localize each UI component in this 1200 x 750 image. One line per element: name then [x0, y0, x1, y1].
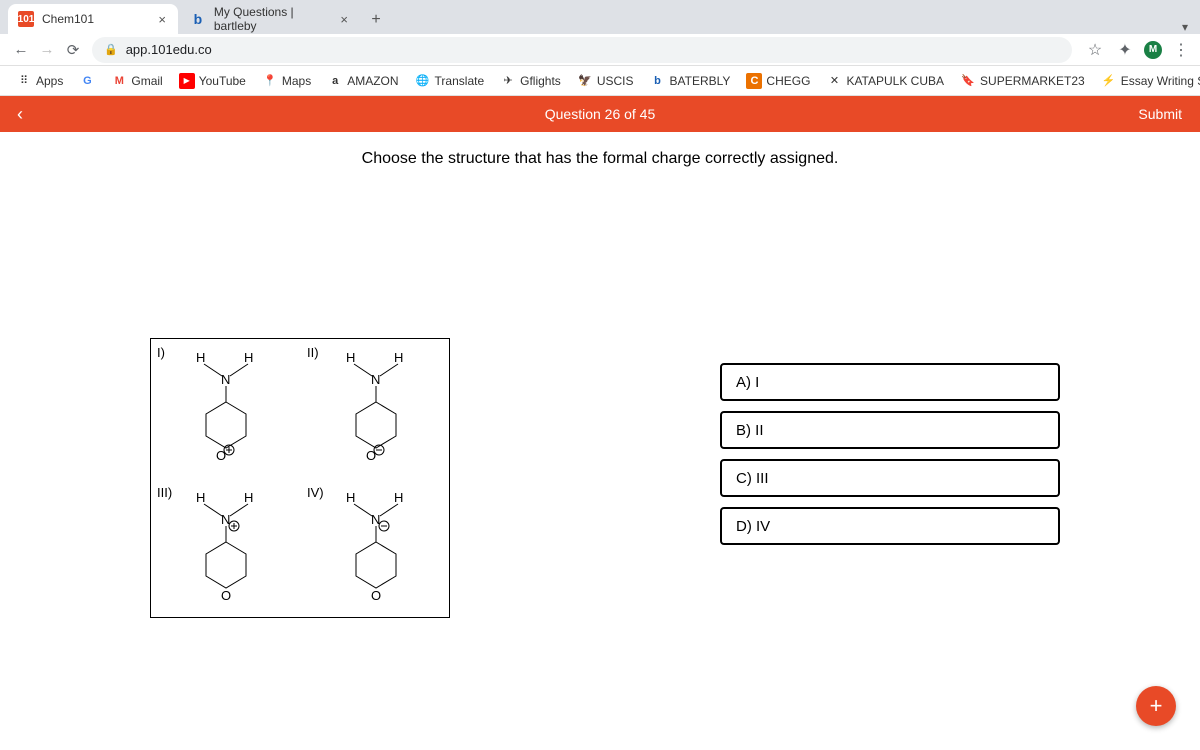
svg-text:O: O: [221, 588, 231, 603]
bookmark-uscis[interactable]: 🦅USCIS: [569, 66, 642, 95]
bookmark-supermarket[interactable]: 🔖SUPERMARKET23: [952, 66, 1093, 95]
close-icon[interactable]: ×: [156, 12, 168, 27]
bookmark-baterbly[interactable]: bBATERBLY: [642, 66, 739, 95]
translate-icon: 🌐: [415, 73, 431, 89]
add-fab-button[interactable]: +: [1136, 686, 1176, 726]
url-text: app.101edu.co: [126, 42, 212, 57]
tab-bartleby[interactable]: b My Questions | bartleby ×: [180, 4, 360, 34]
youtube-icon: ▶: [179, 73, 195, 89]
svg-text:H: H: [244, 490, 253, 505]
katapulk-icon: ✕: [826, 73, 842, 89]
menu-icon[interactable]: ⋮: [1170, 39, 1192, 61]
gmail-icon: M: [111, 73, 127, 89]
option-c[interactable]: C) III: [720, 459, 1060, 497]
svg-text:H: H: [346, 490, 355, 505]
back-arrow-button[interactable]: ‹: [0, 96, 40, 132]
bookmark-gmail[interactable]: MGmail: [103, 66, 170, 95]
bookmark-katapulk[interactable]: ✕KATAPULK CUBA: [818, 66, 952, 95]
amazon-icon: a: [327, 73, 343, 89]
question-progress: Question 26 of 45: [545, 106, 656, 122]
forward-button[interactable]: →: [34, 37, 60, 63]
app-header: ‹ Question 26 of 45 Submit: [0, 96, 1200, 132]
favicon-bartleby: b: [190, 11, 206, 27]
bookmark-translate[interactable]: 🌐Translate: [407, 66, 493, 95]
bartleby-icon: b: [650, 73, 666, 89]
new-tab-button[interactable]: +: [362, 6, 390, 34]
apps-icon: ⠿: [16, 73, 32, 89]
structure-4: IV) H H N O: [301, 479, 451, 619]
google-icon: G: [79, 73, 95, 89]
option-b[interactable]: B) II: [720, 411, 1060, 449]
question-prompt: Choose the structure that has the formal…: [0, 150, 1200, 168]
structures-box: I) H H N O: [150, 338, 450, 618]
tab-strip: 101 Chem101 × b My Questions | bartleby …: [0, 0, 1200, 34]
extensions-icon[interactable]: ✦: [1114, 39, 1136, 61]
answer-options: A) I B) II C) III D) IV: [720, 363, 1060, 555]
svg-text:O: O: [366, 448, 376, 463]
bookmark-google[interactable]: G: [71, 66, 103, 95]
option-d[interactable]: D) IV: [720, 507, 1060, 545]
bookmark-apps[interactable]: ⠿Apps: [8, 66, 71, 95]
svg-text:O: O: [371, 588, 381, 603]
svg-text:H: H: [196, 490, 205, 505]
reload-button[interactable]: ⟳: [60, 37, 86, 63]
lock-icon: 🔒: [104, 43, 118, 56]
bookmark-gflights[interactable]: ✈Gflights: [492, 66, 569, 95]
back-button[interactable]: ←: [8, 37, 34, 63]
favicon-101: 101: [18, 11, 34, 27]
bookmarks-bar: ⠿Apps G MGmail ▶YouTube 📍Maps aAMAZON 🌐T…: [0, 66, 1200, 96]
flights-icon: ✈: [500, 73, 516, 89]
svg-text:H: H: [196, 350, 205, 365]
structure-1: I) H H N O: [151, 339, 301, 479]
tabs-dropdown-icon[interactable]: ▾: [1176, 20, 1200, 34]
tab-title: My Questions | bartleby: [214, 5, 339, 33]
chegg-icon: C: [746, 73, 762, 89]
close-icon[interactable]: ×: [338, 12, 350, 27]
address-bar: ← → ⟳ 🔒 app.101edu.co ☆ ✦ M ⋮: [0, 34, 1200, 66]
maps-icon: 📍: [262, 73, 278, 89]
url-field[interactable]: 🔒 app.101edu.co: [92, 37, 1072, 63]
bookmark-amazon[interactable]: aAMAZON: [319, 66, 406, 95]
svg-text:N: N: [371, 372, 380, 387]
submit-button[interactable]: Submit: [1120, 96, 1200, 132]
bookmark-chegg[interactable]: CCHEGG: [738, 66, 818, 95]
essay-icon: ⚡: [1101, 73, 1117, 89]
tab-chem101[interactable]: 101 Chem101 ×: [8, 4, 178, 34]
supermarket-icon: 🔖: [960, 73, 976, 89]
bookmark-maps[interactable]: 📍Maps: [254, 66, 319, 95]
svg-text:H: H: [346, 350, 355, 365]
structure-2: II) H H N O: [301, 339, 451, 479]
option-a[interactable]: A) I: [720, 363, 1060, 401]
uscis-icon: 🦅: [577, 73, 593, 89]
star-icon[interactable]: ☆: [1084, 39, 1106, 61]
bookmark-essay[interactable]: ⚡Essay Writing Ser...: [1093, 66, 1200, 95]
svg-text:H: H: [394, 350, 403, 365]
bookmark-youtube[interactable]: ▶YouTube: [171, 66, 254, 95]
profile-avatar[interactable]: M: [1144, 41, 1162, 59]
svg-text:H: H: [244, 350, 253, 365]
structure-label: I): [157, 345, 165, 360]
svg-text:H: H: [394, 490, 403, 505]
svg-text:O: O: [216, 448, 226, 463]
tab-title: Chem101: [42, 12, 94, 26]
structure-3: III) H H N O: [151, 479, 301, 619]
svg-text:N: N: [221, 372, 230, 387]
